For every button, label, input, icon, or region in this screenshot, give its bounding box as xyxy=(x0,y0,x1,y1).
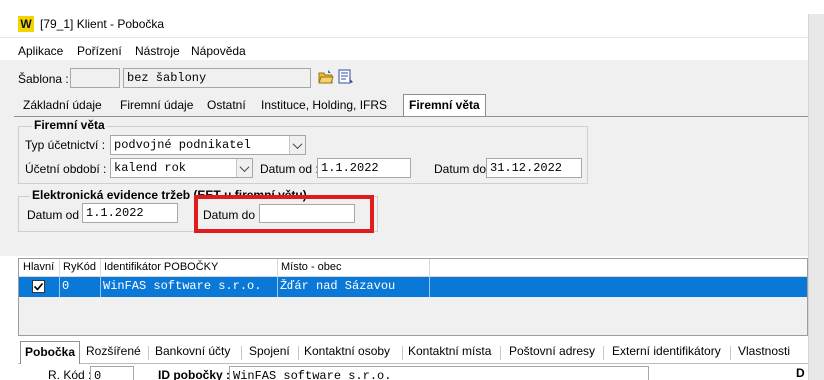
vertical-scrollbar[interactable] xyxy=(808,14,824,380)
fv-datum-do-label: Datum do : xyxy=(434,162,493,176)
tab-postovni-adresy[interactable]: Poštovní adresy xyxy=(509,344,595,364)
ucetni-obdobi-value: kalend rok xyxy=(114,161,187,175)
fv-datum-od-label: Datum od : xyxy=(260,162,319,176)
ucetni-obdobi-label: Účetní období : xyxy=(25,162,107,176)
tab-bankovni-ucty[interactable]: Bankovní účty xyxy=(155,344,230,364)
tab-pobocka[interactable]: Pobočka xyxy=(20,341,81,364)
eet-datum-od-field[interactable]: 1.1.2022 xyxy=(82,203,178,223)
open-folder-icon[interactable] xyxy=(318,69,334,88)
window-title: [79_1] Klient - Pobočka xyxy=(40,17,165,31)
cell-rykod: 0 xyxy=(62,279,70,293)
menu-nastroje[interactable]: Nástroje xyxy=(135,44,180,58)
menu-bar: Aplikace Pořízení Nástroje Nápověda xyxy=(0,40,824,60)
cell-identifikator: WinFAS software s.r.o. xyxy=(103,279,262,293)
col-misto[interactable]: Místo - obec xyxy=(281,261,342,273)
pobocky-grid[interactable]: Hlavní RyKód Identifikátor POBOČKY Místo… xyxy=(18,258,808,336)
menu-aplikace[interactable]: Aplikace xyxy=(18,44,63,58)
col-rykod[interactable]: RyKód xyxy=(63,261,96,273)
fv-datum-od-field[interactable]: 1.1.2022 xyxy=(317,158,411,178)
typ-ucetnictvi-label: Typ účetnictví : xyxy=(25,138,106,152)
firemni-veta-title: Firemní věta xyxy=(32,118,107,132)
tab-rozsirene[interactable]: Rozšířené xyxy=(86,344,141,364)
r-kod-field[interactable]: 0 xyxy=(90,366,134,380)
typ-ucetnictvi-select[interactable]: podvojné podnikatel xyxy=(110,135,306,155)
chevron-down-icon[interactable] xyxy=(236,159,252,177)
tab-spojeni[interactable]: Spojení xyxy=(249,344,290,364)
tab-ostatni[interactable]: Ostatní xyxy=(207,96,246,116)
chevron-down-icon[interactable] xyxy=(289,136,305,154)
tab-instituce-holding-ifrs[interactable]: Instituce, Holding, IFRS xyxy=(261,96,387,116)
sablona-code-field[interactable] xyxy=(70,68,120,88)
highlight-box xyxy=(194,195,374,233)
app-logo-icon: W xyxy=(18,16,34,32)
ucetni-obdobi-select[interactable]: kalend rok xyxy=(110,158,253,178)
table-row[interactable]: 0 WinFAS software s.r.o. Žďár nad Sázavo… xyxy=(19,277,807,297)
bottom-tabs: Pobočka Rozšířené Bankovní účty Spojení … xyxy=(18,340,808,364)
r-kod-label: R. Kód : xyxy=(48,368,92,380)
tab-kontaktni-mista[interactable]: Kontaktní místa xyxy=(408,344,491,364)
id-pobocky-label: ID pobočky : xyxy=(158,368,231,380)
col-hlavni[interactable]: Hlavní xyxy=(23,261,54,273)
menu-napoveda[interactable]: Nápověda xyxy=(191,44,246,58)
tab-panel-border xyxy=(14,116,808,117)
fv-datum-do-field[interactable]: 31.12.2022 xyxy=(486,158,582,178)
sablona-label: Šablona : xyxy=(18,72,69,86)
title-bar: W [79_1] Klient - Pobočka xyxy=(0,0,824,38)
col-identifikator[interactable]: Identifikátor POBOČKY xyxy=(104,261,218,273)
tab-zakladni-udaje[interactable]: Základní údaje xyxy=(23,96,102,116)
grid-header: Hlavní RyKód Identifikátor POBOČKY Místo… xyxy=(19,259,807,277)
tab-kontaktni-osoby[interactable]: Kontaktní osoby xyxy=(304,344,390,364)
tab-firemni-udaje[interactable]: Firemní údaje xyxy=(120,96,193,116)
tab-vlastnosti[interactable]: Vlastnosti xyxy=(738,344,790,364)
tab-externi-identifikatory[interactable]: Externí identifikátory xyxy=(612,344,721,364)
eet-datum-od-label: Datum od : xyxy=(27,208,86,222)
list-edit-icon[interactable] xyxy=(338,69,354,88)
hlavni-checkbox[interactable] xyxy=(32,280,45,293)
id-pobocky-field[interactable]: WinFAS software s.r.o. xyxy=(229,366,649,380)
menu-porizeni[interactable]: Pořízení xyxy=(77,44,122,58)
sablona-name-field[interactable]: bez šablony xyxy=(123,68,311,88)
cut-label: D xyxy=(796,366,805,380)
cell-misto: Žďár nad Sázavou xyxy=(280,279,396,293)
typ-ucetnictvi-value: podvojné podnikatel xyxy=(114,138,251,152)
tab-firemni-veta[interactable]: Firemní věta xyxy=(403,94,486,117)
